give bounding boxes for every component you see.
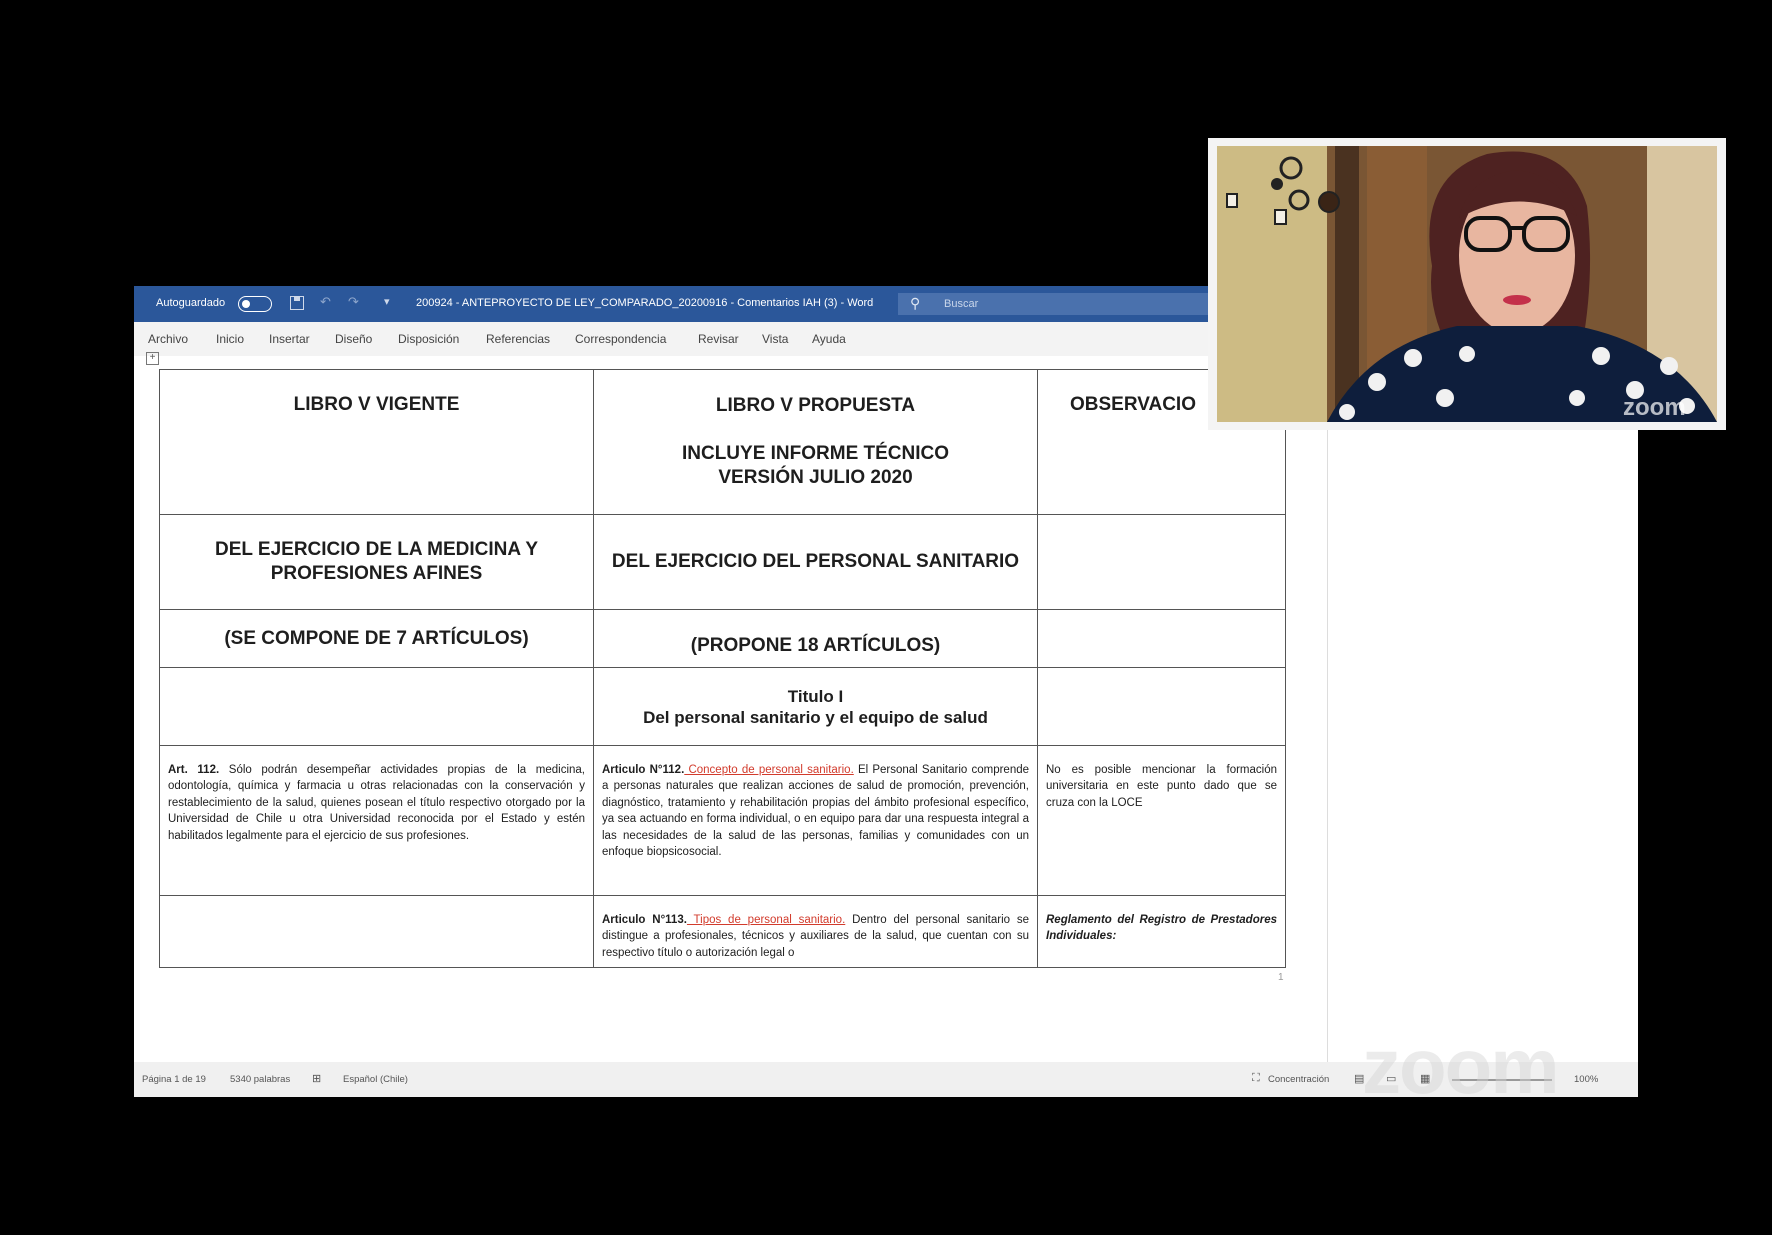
document-area: + LIBRO V VIGENTE LIBRO V PROPUESTA INCL… — [134, 352, 1638, 1062]
tab-referencias[interactable]: Referencias — [486, 332, 550, 346]
page-count[interactable]: Página 1 de 19 — [142, 1074, 206, 1085]
tab-archivo[interactable]: Archivo — [148, 332, 188, 346]
table-row: Art. 112. Sólo podrán desempeñar activid… — [159, 745, 1286, 896]
article-text: Sólo podrán desempeñar actividades propi… — [168, 764, 586, 842]
customize-toolbar-icon[interactable]: ▾ — [384, 295, 390, 308]
search-placeholder: Buscar — [944, 298, 979, 310]
zoom-level[interactable]: 100% — [1574, 1074, 1598, 1085]
autosave-label: Autoguardado — [156, 297, 226, 309]
article-112-current: Art. 112. Sólo podrán desempeñar activid… — [159, 745, 594, 896]
word-count[interactable]: 5340 palabras — [230, 1074, 290, 1085]
tab-disposicion[interactable]: Disposición — [398, 332, 459, 346]
tab-diseno[interactable]: Diseño — [335, 332, 372, 346]
save-icon[interactable] — [290, 296, 304, 310]
cell-empty — [1037, 667, 1286, 746]
redo-icon[interactable]: ↷ — [348, 294, 359, 310]
comments-pane — [1327, 356, 1638, 1062]
document-title: 200924 - ANTEPROYECTO DE LEY_COMPARADO_2… — [416, 297, 874, 309]
video-frame: zoom — [1217, 146, 1717, 422]
page-number-mark: 1 — [1278, 972, 1284, 983]
undo-icon[interactable]: ↶ — [320, 294, 331, 310]
titulo-number: Titulo I — [787, 686, 844, 706]
header-subtext: VERSIÓN JULIO 2020 — [718, 467, 913, 488]
table-move-handle-icon[interactable]: + — [146, 352, 159, 365]
header-text: LIBRO V VIGENTE — [293, 394, 460, 415]
observation-113: Reglamento del Registro de Prestadores I… — [1037, 894, 1286, 969]
participant-video[interactable]: zoom — [1208, 138, 1726, 430]
article-112-proposal: Articulo N°112. Concepto de personal san… — [593, 745, 1038, 896]
cell-empty — [159, 894, 594, 969]
header-libro-propuesta: LIBRO V PROPUESTA INCLUYE INFORME TÉCNIC… — [593, 369, 1038, 515]
article-number: Art. 112. — [168, 764, 220, 776]
autosave-toggle[interactable] — [238, 296, 272, 312]
cell-empty — [159, 667, 594, 746]
titulo-name: Del personal sanitario y el equipo de sa… — [643, 707, 988, 727]
video-zoom-watermark: zoom — [1623, 394, 1686, 421]
cell-text: DEL EJERCICIO DEL PERSONAL SANITARIO — [593, 514, 1038, 610]
cell-text: (PROPONE 18 ARTÍCULOS) — [593, 609, 1038, 668]
titulo-cell: Titulo I Del personal sanitario y el equ… — [593, 667, 1038, 746]
focus-label[interactable]: Concentración — [1268, 1074, 1329, 1085]
tab-insertar[interactable]: Insertar — [269, 332, 310, 346]
zoom-watermark: zoom — [1362, 1022, 1560, 1110]
tab-revisar[interactable]: Revisar — [698, 332, 739, 346]
header-spacer — [602, 418, 1029, 442]
table-row: DEL EJERCICIO DE LA MEDICINA Y PROFESION… — [159, 514, 1286, 610]
header-text: LIBRO V PROPUESTA — [715, 395, 916, 416]
proofing-icon[interactable]: ⊞ — [312, 1072, 321, 1085]
observation-112: No es posible mencionar la formación uni… — [1037, 745, 1286, 896]
language-status[interactable]: Español (Chile) — [343, 1074, 408, 1085]
participant-video-image — [1217, 146, 1717, 422]
tab-vista[interactable]: Vista — [762, 332, 788, 346]
cell-text: DEL EJERCICIO DE LA MEDICINA Y PROFESION… — [159, 514, 594, 610]
tab-ayuda[interactable]: Ayuda — [812, 332, 846, 346]
cell-empty — [1037, 609, 1286, 668]
article-heading: Tipos de personal sanitario. — [686, 914, 846, 926]
table-row: LIBRO V VIGENTE LIBRO V PROPUESTA INCLUY… — [159, 369, 1286, 515]
header-libro-vigente: LIBRO V VIGENTE — [159, 369, 594, 515]
header-subtext: INCLUYE INFORME TÉCNICO — [681, 443, 950, 464]
comparison-table: LIBRO V VIGENTE LIBRO V PROPUESTA INCLUY… — [159, 369, 1286, 969]
table-row: Titulo I Del personal sanitario y el equ… — [159, 667, 1286, 746]
table-row: (SE COMPONE DE 7 ARTÍCULOS) (PROPONE 18 … — [159, 609, 1286, 668]
article-heading: Concepto de personal sanitario. — [684, 764, 854, 776]
document-page[interactable]: + LIBRO V VIGENTE LIBRO V PROPUESTA INCL… — [134, 352, 1327, 1062]
tab-inicio[interactable]: Inicio — [216, 332, 244, 346]
table-row: Articulo N°113. Tipos de personal sanita… — [159, 894, 1286, 969]
cell-text: (SE COMPONE DE 7 ARTÍCULOS) — [159, 609, 594, 668]
search-icon: ⚲ — [910, 295, 921, 311]
article-text: El Personal Sanitario comprende a person… — [602, 764, 1030, 859]
header-text: OBSERVACIO — [1070, 394, 1196, 415]
article-113-proposal: Articulo N°113. Tipos de personal sanita… — [593, 894, 1038, 969]
focus-icon[interactable]: ⛶ — [1252, 1072, 1260, 1085]
article-number: Articulo N°113. — [602, 914, 687, 926]
tab-correspondencia[interactable]: Correspondencia — [575, 332, 666, 346]
cell-empty — [1037, 514, 1286, 610]
article-number: Articulo N°112. — [602, 764, 685, 776]
